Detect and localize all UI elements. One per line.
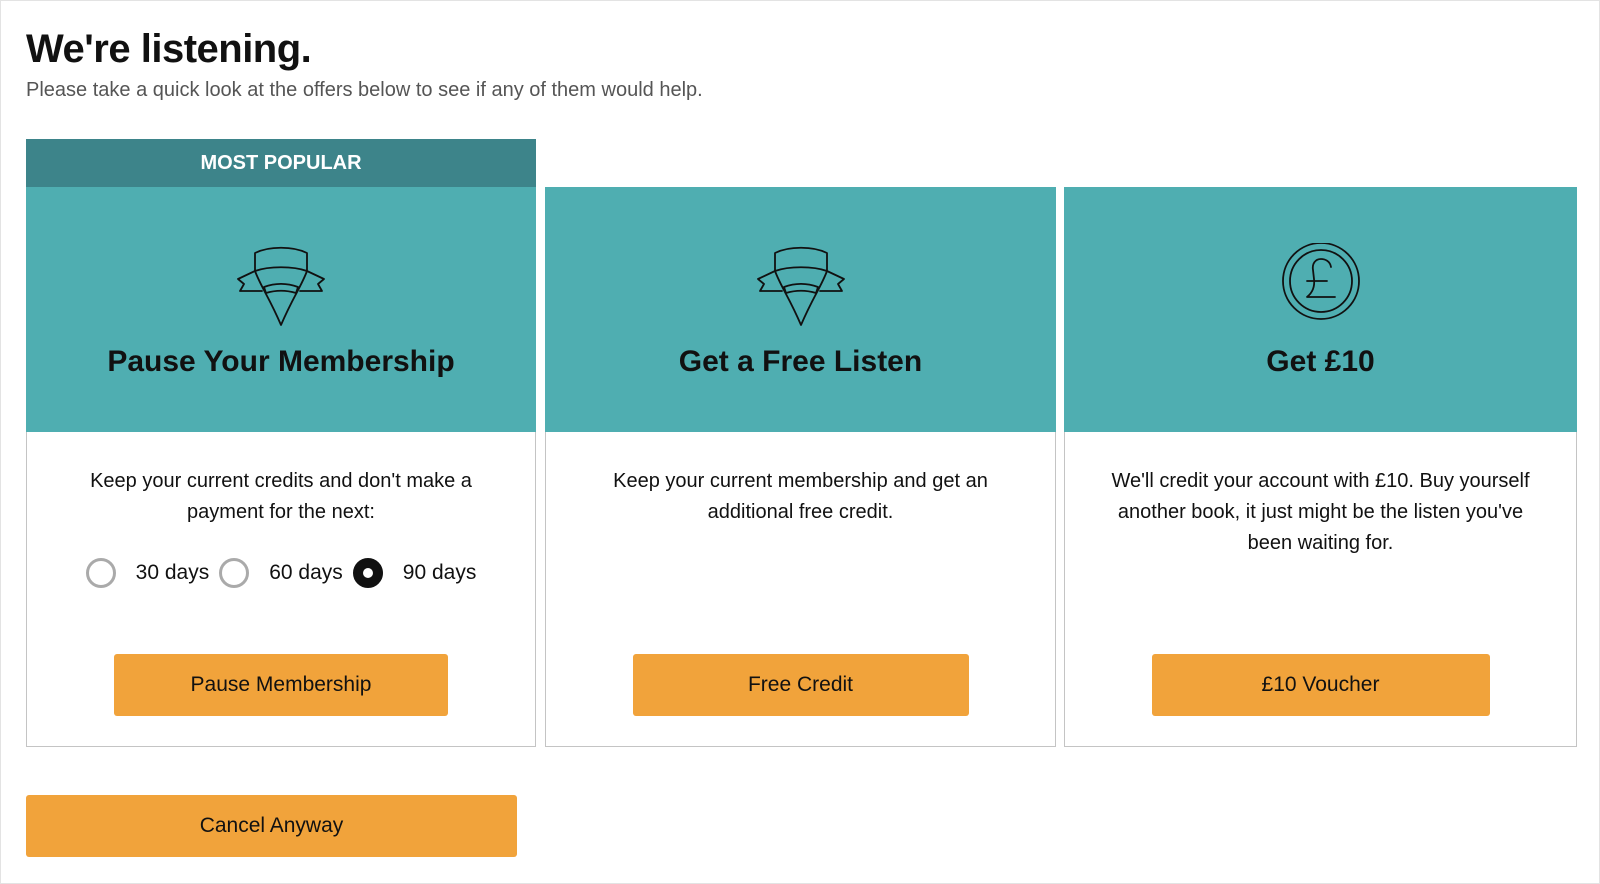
offer-card-header: Get a Free Listen bbox=[545, 187, 1056, 432]
radio-button-selected[interactable] bbox=[352, 558, 383, 588]
ribbon-badge-icon bbox=[237, 246, 325, 326]
page-container: We're listening. Please take a quick loo… bbox=[0, 0, 1600, 884]
offer-description: Keep your current credits and don't make… bbox=[90, 470, 472, 523]
ribbon-badge-icon bbox=[756, 246, 845, 326]
offer-card-pause: Pause Your Membership Keep your current … bbox=[26, 187, 536, 747]
radio-label: 30 days bbox=[135, 561, 210, 584]
radio-option-90-days[interactable]: 90 days bbox=[352, 558, 477, 588]
radio-label: 90 days bbox=[402, 561, 477, 584]
offer-description: We'll credit your account with £10. Buy … bbox=[1111, 470, 1530, 554]
offer-card-ten-pounds: Get £10 We'll credit your account with £… bbox=[1064, 187, 1577, 747]
radio-label: 60 days bbox=[269, 561, 343, 584]
free-credit-button[interactable]: Free Credit bbox=[632, 654, 969, 716]
radio-button[interactable] bbox=[85, 558, 116, 588]
radio-option-30-days[interactable]: 30 days bbox=[85, 558, 210, 588]
cancel-anyway-button[interactable]: Cancel Anyway bbox=[26, 795, 517, 857]
radio-option-60-days[interactable]: 60 days bbox=[219, 558, 343, 588]
offer-card-header: Get £10 bbox=[1064, 187, 1577, 432]
offer-title: Pause Your Membership bbox=[107, 345, 455, 378]
pause-duration-options: 30 days 60 days 90 days bbox=[27, 558, 535, 588]
offer-card-free-listen: Get a Free Listen Keep your current memb… bbox=[545, 187, 1056, 747]
pause-membership-button[interactable]: Pause Membership bbox=[114, 654, 448, 716]
offer-card-header: Pause Your Membership bbox=[26, 187, 536, 432]
offer-title: Get a Free Listen bbox=[678, 345, 923, 378]
ten-pound-voucher-button[interactable]: £10 Voucher bbox=[1151, 654, 1490, 716]
radio-button[interactable] bbox=[219, 558, 250, 588]
offer-title: Get £10 bbox=[1266, 345, 1375, 378]
most-popular-badge: MOST POPULAR bbox=[26, 139, 536, 187]
pound-coin-icon bbox=[1281, 243, 1360, 320]
offer-description: Keep your current membership and get an … bbox=[613, 470, 988, 523]
page-subtitle: Please take a quick look at the offers b… bbox=[26, 79, 703, 101]
page-title: We're listening. bbox=[26, 27, 312, 71]
